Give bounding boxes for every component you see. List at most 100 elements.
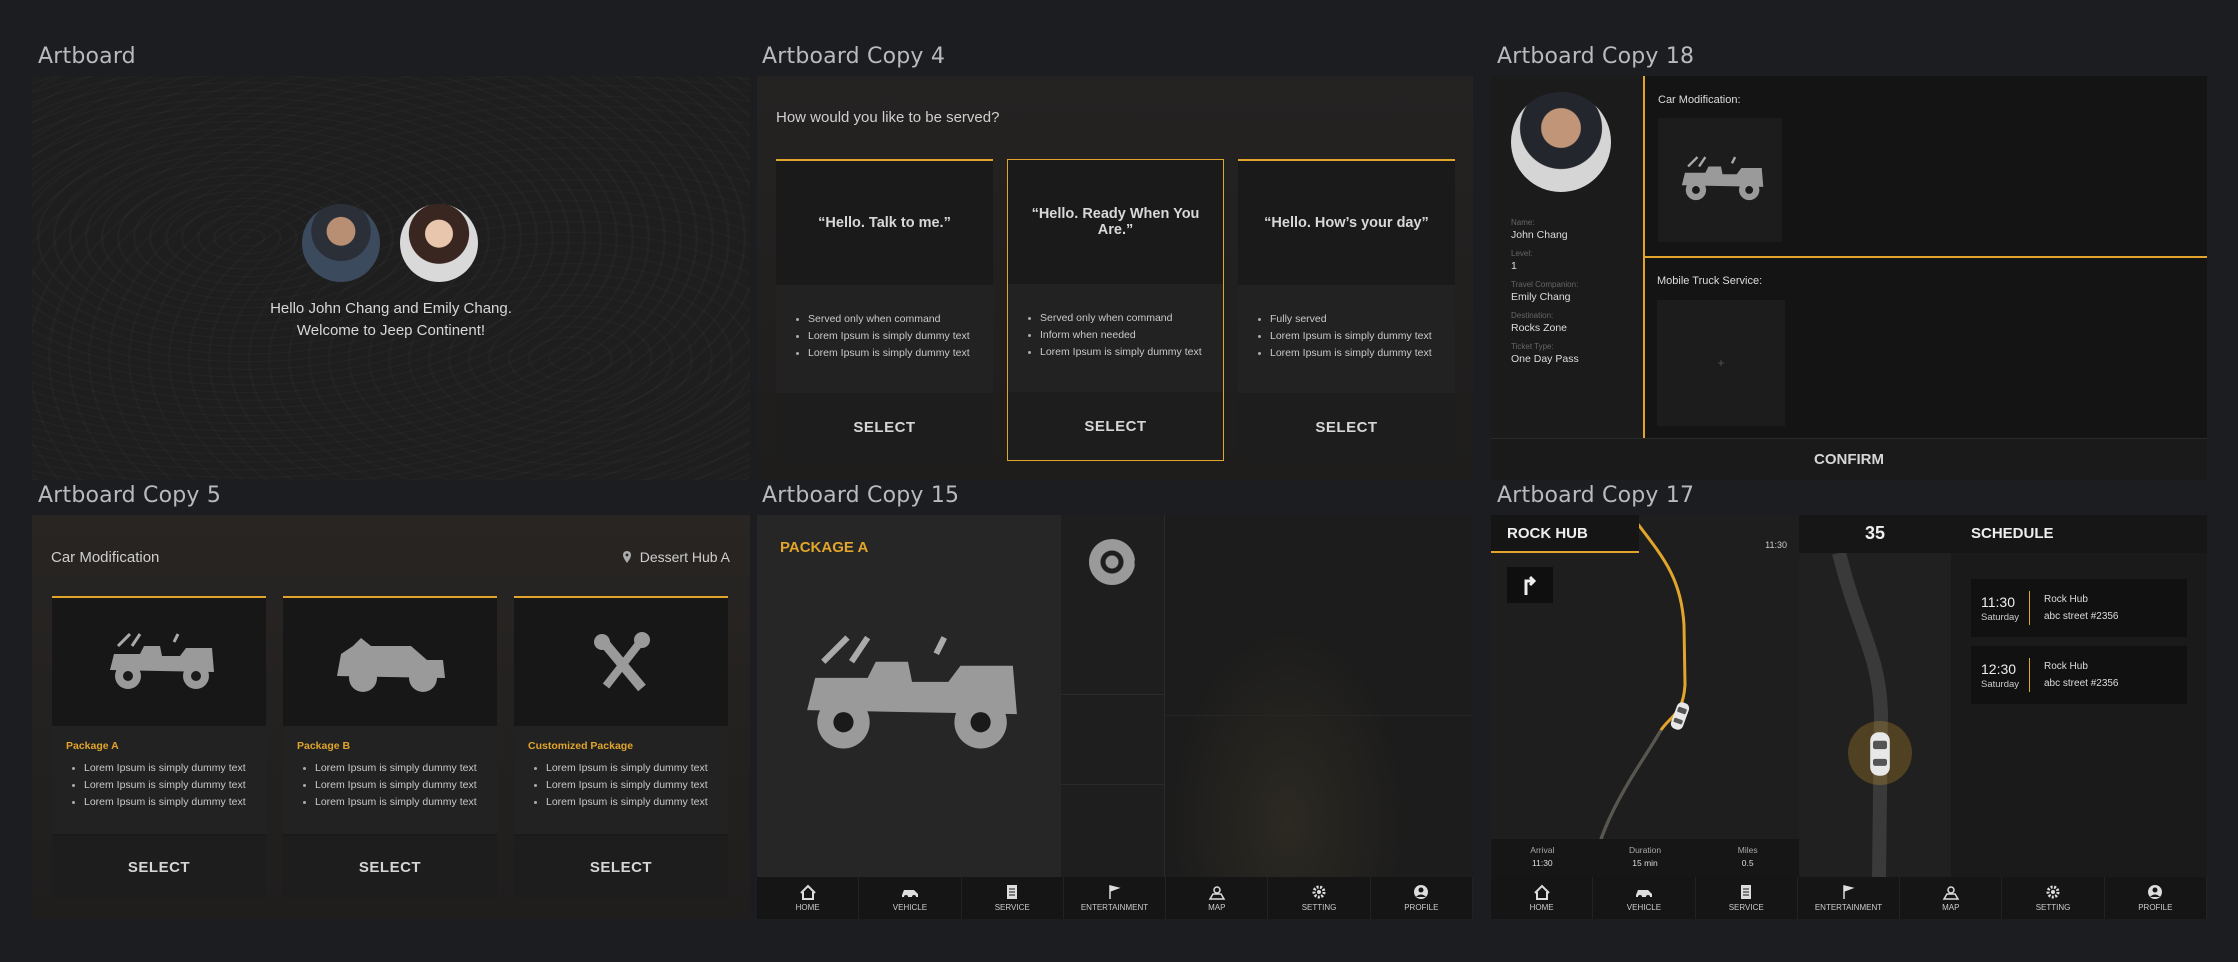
package-image <box>283 598 497 726</box>
trip-stat: Miles 0.5 <box>1696 839 1799 877</box>
list-item: Served only when command <box>1026 310 1205 327</box>
list-item: Lorem Ipsum is simply dummy text <box>794 328 975 345</box>
stat-value: 0.5 <box>1741 858 1754 868</box>
schedule-item[interactable]: 12:30 Saturday Rock Hub abc street #2356 <box>1971 646 2187 704</box>
car-marker-icon <box>1866 729 1894 779</box>
bullet-list: Fully served Lorem Ipsum is simply dummy … <box>1256 311 1437 362</box>
quote-text: “Hello. Talk to me.” <box>818 215 951 231</box>
location[interactable]: Dessert Hub A <box>622 549 730 565</box>
divider <box>1165 715 1473 716</box>
service-card[interactable]: “Hello. Ready When You Are.” Served only … <box>1007 159 1224 461</box>
nav-label: SETTING <box>2035 903 2071 912</box>
service-icon <box>1007 885 1018 899</box>
wheel-panel <box>1061 515 1165 877</box>
profile-icon <box>1414 885 1429 899</box>
schedule-item[interactable]: 11:30 Saturday Rock Hub abc street #2356 <box>1971 579 2187 637</box>
wheel-icon[interactable] <box>1089 539 1135 585</box>
nav-item-profile[interactable]: PROFILE <box>1371 877 1473 919</box>
stat-value: 15 min <box>1632 858 1658 868</box>
flag-icon <box>1843 885 1856 899</box>
divider <box>2029 658 2030 692</box>
nav-item-service[interactable]: SERVICE <box>1696 877 1798 919</box>
nav-item-profile[interactable]: PROFILE <box>2105 877 2207 919</box>
list-item: Lorem Ipsum is simply dummy text <box>301 794 483 811</box>
map-icon <box>1942 886 1960 900</box>
nav-item-service[interactable]: SERVICE <box>962 877 1064 919</box>
add-service-button[interactable]: + <box>1657 300 1785 426</box>
field-label: Level: <box>1511 249 1533 258</box>
field-value: John Chang <box>1511 229 1568 241</box>
nav-item-home[interactable]: HOME <box>757 877 860 919</box>
speed-readout: 35 <box>1799 515 1951 553</box>
vehicle-silhouette-icon <box>331 632 451 696</box>
bottom-nav: HOME VEHICLE SERVICE ENTERTAINMENT MAP SETTIN… <box>757 877 1473 919</box>
package-card[interactable]: Customized Package Lorem Ipsum is simply … <box>514 596 728 898</box>
nav-label: ENTERTAINMENT <box>1814 903 1883 912</box>
schedule-title: SCHEDULE <box>1951 515 2207 553</box>
greeting-line: Welcome to Jeep Continent! <box>296 322 486 339</box>
nav-item-setting[interactable]: SETTING <box>2002 877 2105 919</box>
trip-stat: Duration 15 min <box>1594 839 1697 877</box>
package-name: Package A <box>66 740 119 752</box>
confirm-artboard: Name: John Chang Level: 1 Travel Companion: E… <box>1491 76 2207 480</box>
list-item: Lorem Ipsum is simply dummy text <box>301 760 483 777</box>
artboard-title: Artboard Copy 4 <box>762 44 946 69</box>
schedule-time: 12:30 Saturday <box>1981 661 2029 690</box>
nav-item-entertainment[interactable]: ENTERTAINMENT <box>1798 877 1901 919</box>
section-label: Mobile Truck Service: <box>1657 275 1763 287</box>
package-card[interactable]: Package A Lorem Ipsum is simply dummy tex… <box>52 596 266 898</box>
field-value: Emily Chang <box>1511 291 1571 303</box>
package-artboard: PACKAGE A HOME VEHICLE SERVICE ENTERTAINMEN… <box>757 515 1473 919</box>
nav-item-vehicle[interactable]: VEHICLE <box>1593 877 1696 919</box>
avatar[interactable] <box>400 204 478 282</box>
jeep-icon <box>787 633 1029 755</box>
flag-icon <box>1109 885 1122 899</box>
nav-item-setting[interactable]: SETTING <box>1268 877 1371 919</box>
select-button[interactable]: SELECT <box>283 836 497 898</box>
select-button[interactable]: SELECT <box>1238 393 1455 461</box>
car-mod-thumbnail[interactable] <box>1658 118 1782 242</box>
nav-item-map[interactable]: MAP <box>1900 877 2003 919</box>
list-item: Lorem Ipsum is simply dummy text <box>532 794 714 811</box>
schedule-location: Rock Hub abc street #2356 <box>2044 661 2119 689</box>
confirm-button[interactable]: CONFIRM <box>1491 438 2207 480</box>
list-item: Lorem Ipsum is simply dummy text <box>70 760 252 777</box>
package-title: PACKAGE A <box>780 539 869 556</box>
field-label: Ticket Type: <box>1511 342 1554 351</box>
nav-label: SERVICE <box>1728 903 1764 912</box>
route-map[interactable]: ROCK HUB 11:30 Arrival 11:30 Duration 15 mi… <box>1491 515 1799 877</box>
profile-panel: Name: John Chang Level: 1 Travel Companion: E… <box>1491 76 1643 438</box>
nav-label: ENTERTAINMENT <box>1080 903 1149 912</box>
trip-stat: Arrival 11:30 <box>1491 839 1594 877</box>
nav-label: VEHICLE <box>1626 903 1662 912</box>
time: 12:30 <box>1981 660 2017 677</box>
service-card[interactable]: “Hello. Talk to me.” Served only when com… <box>776 159 993 461</box>
greeting-line: Hello John Chang and Emily Chang. <box>270 300 512 317</box>
nav-label: MAP <box>1942 903 1960 912</box>
select-button[interactable]: SELECT <box>514 836 728 898</box>
select-button[interactable]: SELECT <box>1008 392 1223 460</box>
package-panel: PACKAGE A <box>757 515 1061 877</box>
quote-text: “Hello. How’s your day” <box>1264 215 1429 231</box>
place: Rock Hub <box>2044 594 2088 605</box>
feature-list: Fully served Lorem Ipsum is simply dummy … <box>1238 285 1455 393</box>
avatar[interactable] <box>302 204 380 282</box>
list-item: Lorem Ipsum is simply dummy text <box>1026 344 1205 361</box>
nav-item-entertainment[interactable]: ENTERTAINMENT <box>1064 877 1167 919</box>
nav-item-home[interactable]: HOME <box>1491 877 1594 919</box>
divider <box>2029 591 2030 625</box>
gear-icon <box>1312 885 1326 899</box>
list-item: Lorem Ipsum is simply dummy text <box>1256 345 1437 362</box>
stat-value: 11:30 <box>1532 858 1553 868</box>
package-card[interactable]: Package B Lorem Ipsum is simply dummy tex… <box>283 596 497 898</box>
field-label: Travel Companion: <box>1511 280 1579 289</box>
select-button[interactable]: SELECT <box>776 393 993 461</box>
select-button[interactable]: SELECT <box>52 836 266 898</box>
bullet-list: Lorem Ipsum is simply dummy text Lorem Ip… <box>297 760 483 811</box>
nav-item-vehicle[interactable]: VEHICLE <box>859 877 962 919</box>
service-card[interactable]: “Hello. How’s your day” Fully served Lorem… <box>1238 159 1455 461</box>
stat-label: Arrival <box>1530 845 1555 855</box>
day: Saturday <box>1981 678 2020 690</box>
profile-fields: Name: John Chang Level: 1 Travel Companion: E… <box>1511 218 1579 373</box>
nav-item-map[interactable]: MAP <box>1166 877 1269 919</box>
